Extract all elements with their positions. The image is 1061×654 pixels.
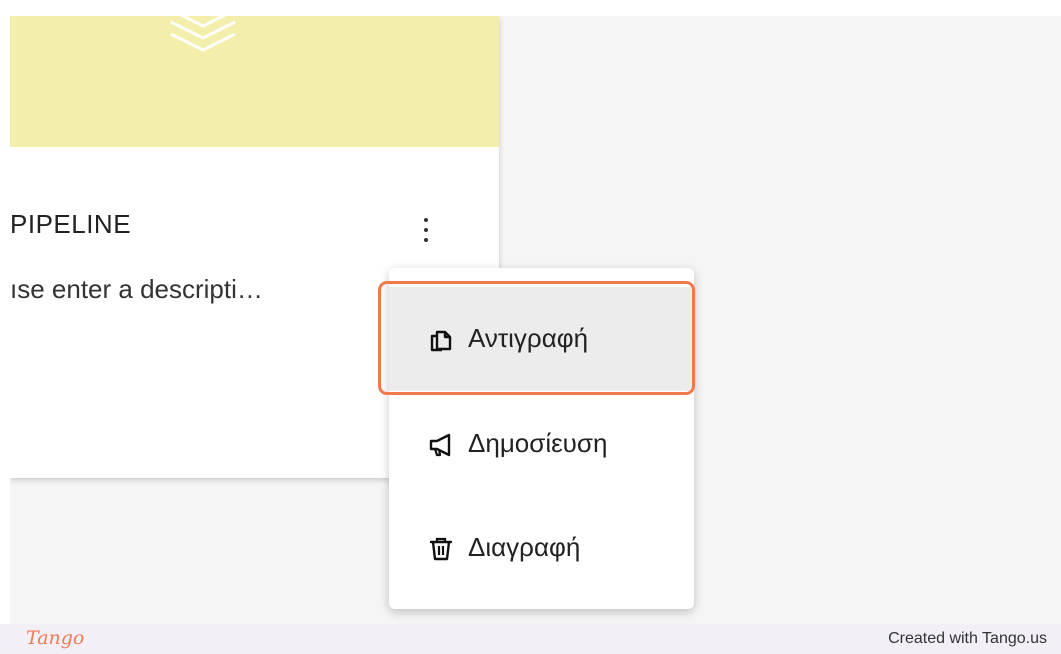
workspace-area: PIPELINE ıse enter a descripti… Αντιγραφ…	[10, 16, 1061, 624]
menu-item-label: Αντιγραφή	[468, 323, 589, 353]
card-banner	[10, 16, 499, 147]
card-context-menu: Αντιγραφή Δημοσίευση Διαγραφή	[389, 268, 694, 609]
copy-icon	[430, 330, 452, 352]
more-options-icon[interactable]	[416, 214, 436, 248]
menu-item-label: Δημοσίευση	[468, 428, 608, 458]
tango-logo[interactable]: Tango	[26, 627, 84, 649]
megaphone-icon	[429, 433, 451, 457]
menu-item-copy[interactable]: Αντιγραφή	[389, 287, 694, 391]
menu-item-publish[interactable]: Δημοσίευση	[389, 392, 694, 496]
footer-credit: Created with Tango.us	[888, 630, 1047, 647]
menu-item-label: Διαγραφή	[468, 532, 581, 562]
menu-item-delete[interactable]: Διαγραφή	[389, 496, 694, 600]
layers-icon	[170, 16, 236, 52]
trash-icon	[429, 537, 453, 561]
footer-bar: Tango Created with Tango.us	[0, 624, 1061, 654]
card-description: ıse enter a descripti…	[10, 274, 263, 304]
card-title: PIPELINE	[10, 209, 132, 239]
